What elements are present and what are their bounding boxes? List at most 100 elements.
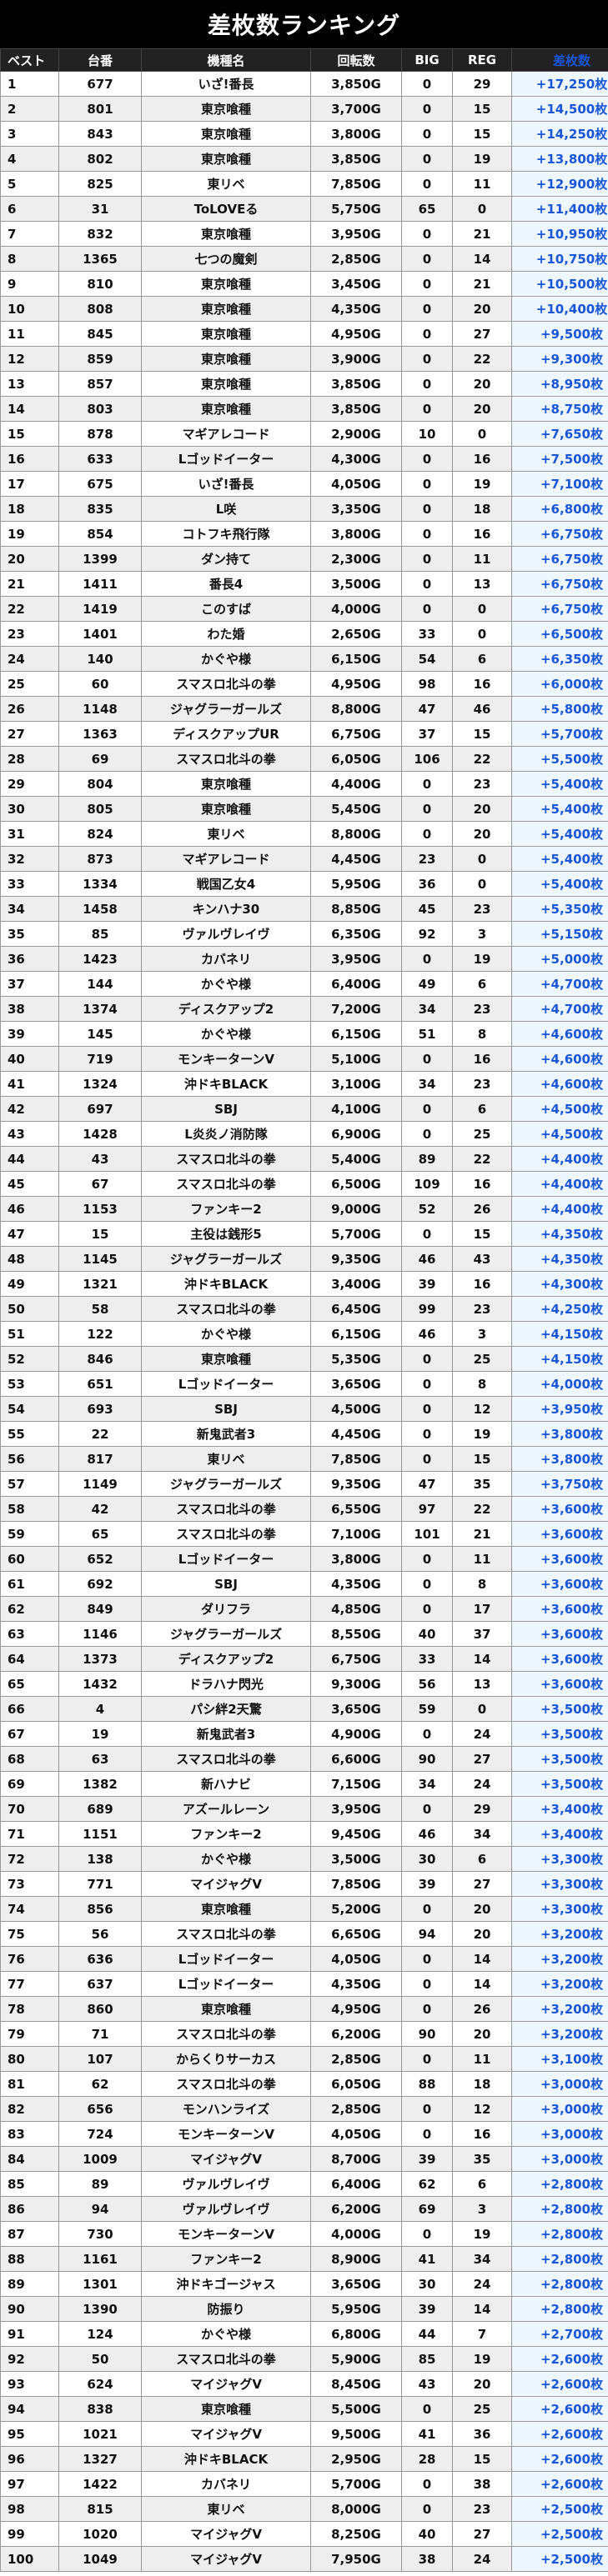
rank-cell: 10 — [0, 296, 59, 322]
big-cell: 101 — [401, 1521, 453, 1547]
reg-cell: 16 — [452, 671, 512, 697]
table-row: 79 71 スマスロ北斗の拳 6,200G 90 20 +3,200枚 — [0, 2021, 608, 2047]
spins-cell: 8,550G — [310, 1621, 402, 1647]
difference-text: +3,500枚 — [540, 1727, 603, 1742]
rank-cell: 66 — [0, 1696, 59, 1722]
table-row: 66 4 パシ絆2天驚 3,650G 59 0 +3,500枚 — [0, 1696, 608, 1722]
table-row: 59 65 スマスロ北斗の拳 7,100G 101 21 +3,600枚 — [0, 1521, 608, 1547]
reg-cell: 8 — [452, 1571, 512, 1597]
difference-cell: +3,800枚 — [511, 1446, 608, 1472]
rank-cell: 46 — [0, 1196, 59, 1222]
machine-name-cell: ディスクアップ2 — [141, 1646, 311, 1672]
table-row: 73 771 マイジャグV 7,850G 39 27 +3,300枚 — [0, 1871, 608, 1897]
machine-number-cell: 771 — [58, 1871, 142, 1897]
difference-text: +2,500枚 — [540, 2552, 603, 2567]
machine-name-cell: モンハンライズ — [141, 2096, 311, 2122]
machine-name-cell: SBJ — [141, 1096, 311, 1122]
rank-cell: 55 — [0, 1421, 59, 1447]
difference-cell: +2,600枚 — [511, 2371, 608, 2397]
big-cell: 0 — [401, 1096, 453, 1122]
big-cell: 39 — [401, 2296, 453, 2322]
table-row: 39 145 かぐや様 6,150G 51 8 +4,600枚 — [0, 1021, 608, 1047]
machine-number-cell: 675 — [58, 471, 142, 497]
difference-cell: +4,400枚 — [511, 1171, 608, 1197]
reg-cell: 24 — [452, 2546, 512, 2572]
table-row: 12 859 東京喰種 3,900G 0 22 +9,300枚 — [0, 346, 608, 372]
big-cell: 94 — [401, 1921, 453, 1947]
reg-cell: 24 — [452, 2271, 512, 2297]
reg-cell: 0 — [452, 621, 512, 647]
difference-cell: +3,800枚 — [511, 1421, 608, 1447]
big-cell: 45 — [401, 896, 453, 922]
big-cell: 46 — [401, 1821, 453, 1847]
machine-number-cell: 856 — [58, 1896, 142, 1922]
machine-name-cell: ドラハナ閃光 — [141, 1671, 311, 1697]
reg-cell: 35 — [452, 2146, 512, 2172]
difference-cell: +2,800枚 — [511, 2196, 608, 2222]
difference-text: +2,800枚 — [540, 2252, 603, 2267]
table-row: 19 854 コトフキ飛行隊 3,800G 0 16 +6,750枚 — [0, 521, 608, 547]
rank-cell: 41 — [0, 1071, 59, 1097]
difference-text: +4,600枚 — [540, 1052, 603, 1067]
machine-number-cell: 1411 — [58, 571, 142, 597]
rank-cell: 35 — [0, 921, 59, 947]
table-row: 43 1428 L炎炎ノ消防隊 6,900G 0 25 +4,500枚 — [0, 1121, 608, 1147]
big-cell: 46 — [401, 1321, 453, 1347]
machine-name-cell: マギアレコード — [141, 421, 311, 447]
difference-cell: +2,600枚 — [511, 2346, 608, 2372]
reg-cell: 12 — [452, 2096, 512, 2122]
reg-cell: 43 — [452, 1246, 512, 1272]
rank-cell: 43 — [0, 1121, 59, 1147]
difference-text: +11,400枚 — [535, 202, 608, 217]
spins-cell: 9,000G — [310, 1196, 402, 1222]
rank-cell: 98 — [0, 2496, 59, 2522]
spins-cell: 8,700G — [310, 2146, 402, 2172]
difference-text: +14,250枚 — [535, 127, 608, 142]
big-cell: 0 — [401, 1896, 453, 1922]
spins-cell: 6,400G — [310, 2171, 402, 2197]
table-row: 8 1365 七つの魔剣 2,850G 0 14 +10,750枚 — [0, 246, 608, 272]
reg-cell: 16 — [452, 1271, 512, 1297]
rank-cell: 69 — [0, 1771, 59, 1797]
table-row: 52 846 東京喰種 5,350G 0 25 +4,150枚 — [0, 1346, 608, 1372]
reg-cell: 15 — [452, 1221, 512, 1247]
machine-name-cell: スマスロ北斗の拳 — [141, 2021, 311, 2047]
difference-text: +8,750枚 — [540, 402, 603, 417]
machine-name-cell: 番長4 — [141, 571, 311, 597]
reg-cell: 23 — [452, 896, 512, 922]
difference-text: +2,600枚 — [540, 2427, 603, 2442]
difference-cell: +10,400枚 — [511, 296, 608, 322]
machine-name-cell: 東京喰種 — [141, 371, 311, 397]
difference-text: +4,300枚 — [540, 1277, 603, 1292]
difference-cell: +4,600枚 — [511, 1046, 608, 1072]
reg-cell: 37 — [452, 1621, 512, 1647]
difference-text: +3,600枚 — [540, 1652, 603, 1667]
big-cell: 47 — [401, 1471, 453, 1497]
difference-cell: +6,750枚 — [511, 596, 608, 622]
table-row: 81 62 スマスロ北斗の拳 6,050G 88 18 +3,000枚 — [0, 2071, 608, 2097]
difference-cell: +4,500枚 — [511, 1121, 608, 1147]
spins-cell: 8,450G — [310, 2371, 402, 2397]
table-row: 97 1422 カバネリ 5,700G 0 38 +2,600枚 — [0, 2471, 608, 2497]
difference-cell: +5,400枚 — [511, 871, 608, 897]
reg-cell: 6 — [452, 1096, 512, 1122]
table-row: 49 1321 沖ドキBLACK 3,400G 39 16 +4,300枚 — [0, 1271, 608, 1297]
header-row: ベスト 台番 機種名 回転数 BIG REG 差枚数 — [0, 48, 608, 72]
big-cell: 90 — [401, 1746, 453, 1772]
table-row: 89 1301 沖ドキゴージャス 3,650G 30 24 +2,800枚 — [0, 2271, 608, 2297]
machine-name-cell: かぐや様 — [141, 1021, 311, 1047]
reg-cell: 20 — [452, 1921, 512, 1947]
spins-cell: 8,850G — [310, 896, 402, 922]
difference-text: +5,400枚 — [540, 802, 603, 817]
table-row: 5 825 東リベ 7,850G 0 11 +12,900枚 — [0, 171, 608, 197]
machine-number-cell: 1373 — [58, 1646, 142, 1672]
machine-number-cell: 1363 — [58, 721, 142, 747]
table-row: 56 817 東リベ 7,850G 0 15 +3,800枚 — [0, 1446, 608, 1472]
machine-name-cell: アズールレーン — [141, 1796, 311, 1822]
big-cell: 39 — [401, 1271, 453, 1297]
big-cell: 0 — [401, 796, 453, 822]
spins-cell: 3,900G — [310, 346, 402, 372]
big-cell: 0 — [401, 1371, 453, 1397]
spins-cell: 6,200G — [310, 2196, 402, 2222]
rank-cell: 61 — [0, 1571, 59, 1597]
